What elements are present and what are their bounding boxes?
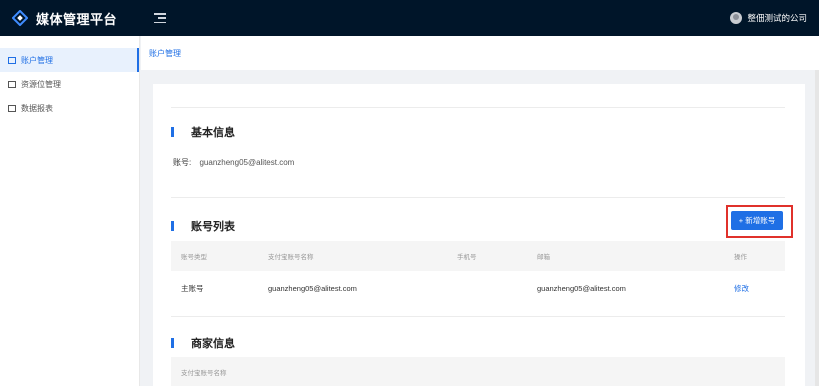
highlight-box	[726, 205, 793, 238]
account-list-title: 账号列表	[171, 218, 235, 234]
avatar	[730, 12, 743, 24]
top-navbar: 媒体管理平台 整佃测试的公司	[0, 0, 819, 36]
divider	[171, 107, 785, 108]
main-content: 基本信息 账号: guanzheng05@alitest.com 账号列表 账号…	[153, 84, 805, 386]
section-title-text: 基本信息	[191, 127, 235, 139]
account-icon	[8, 56, 16, 64]
scrollbar[interactable]	[815, 70, 819, 386]
section-marker	[171, 127, 174, 137]
sidebar-item-resource[interactable]: 资源位管理	[0, 72, 139, 96]
divider	[171, 316, 785, 317]
table-row: 主账号 guanzheng05@alitest.com guanzheng05@…	[171, 271, 785, 305]
user-name: 整佃测试的公司	[747, 13, 807, 23]
menu-toggle-icon[interactable]	[154, 13, 166, 23]
diamond-logo-icon	[12, 10, 28, 26]
brand[interactable]: 媒体管理平台	[0, 0, 140, 36]
column-header: 支付宝账号名称	[268, 254, 314, 261]
section-marker	[171, 221, 174, 231]
merchant-info-title: 商家信息	[171, 335, 235, 351]
basic-info-title: 基本信息	[171, 124, 235, 140]
user-menu[interactable]: 整佃测试的公司	[730, 12, 819, 24]
sidebar-item-report[interactable]: 数据报表	[0, 96, 139, 120]
column-header: 支付宝账号名称	[181, 369, 227, 377]
email-cell: guanzheng05@alitest.com	[537, 283, 626, 293]
sidebar: 账户管理 资源位管理 数据报表	[0, 36, 140, 386]
alipay-name-cell: guanzheng05@alitest.com	[268, 283, 357, 293]
merchant-table-header: 支付宝账号名称	[171, 357, 785, 386]
section-marker	[171, 338, 174, 348]
column-header: 手机号	[457, 254, 477, 261]
brand-title: 媒体管理平台	[36, 11, 118, 27]
account-table-header: 账号类型 支付宝账号名称 手机号 邮箱 操作	[171, 241, 785, 271]
account-value: guanzheng05@alitest.com	[199, 158, 295, 167]
report-icon	[8, 104, 16, 112]
sidebar-item-account[interactable]: 账户管理	[0, 48, 139, 72]
account-label: 账号:	[173, 158, 192, 167]
divider	[171, 197, 785, 198]
sidebar-item-label: 数据报表	[21, 103, 53, 113]
account-info: 账号: guanzheng05@alitest.com	[173, 157, 294, 168]
account-type-cell: 主账号	[181, 283, 204, 293]
section-title-text: 账号列表	[191, 221, 235, 233]
section-title-text: 商家信息	[191, 338, 235, 350]
breadcrumb: 账户管理	[141, 36, 819, 70]
grid-icon	[8, 80, 16, 88]
edit-link[interactable]: 修改	[734, 271, 749, 305]
column-header: 操作	[734, 254, 747, 261]
breadcrumb-current[interactable]: 账户管理	[149, 48, 181, 59]
sidebar-item-label: 资源位管理	[21, 79, 61, 89]
sidebar-item-label: 账户管理	[21, 55, 53, 65]
column-header: 邮箱	[537, 254, 550, 261]
column-header: 账号类型	[181, 254, 207, 261]
